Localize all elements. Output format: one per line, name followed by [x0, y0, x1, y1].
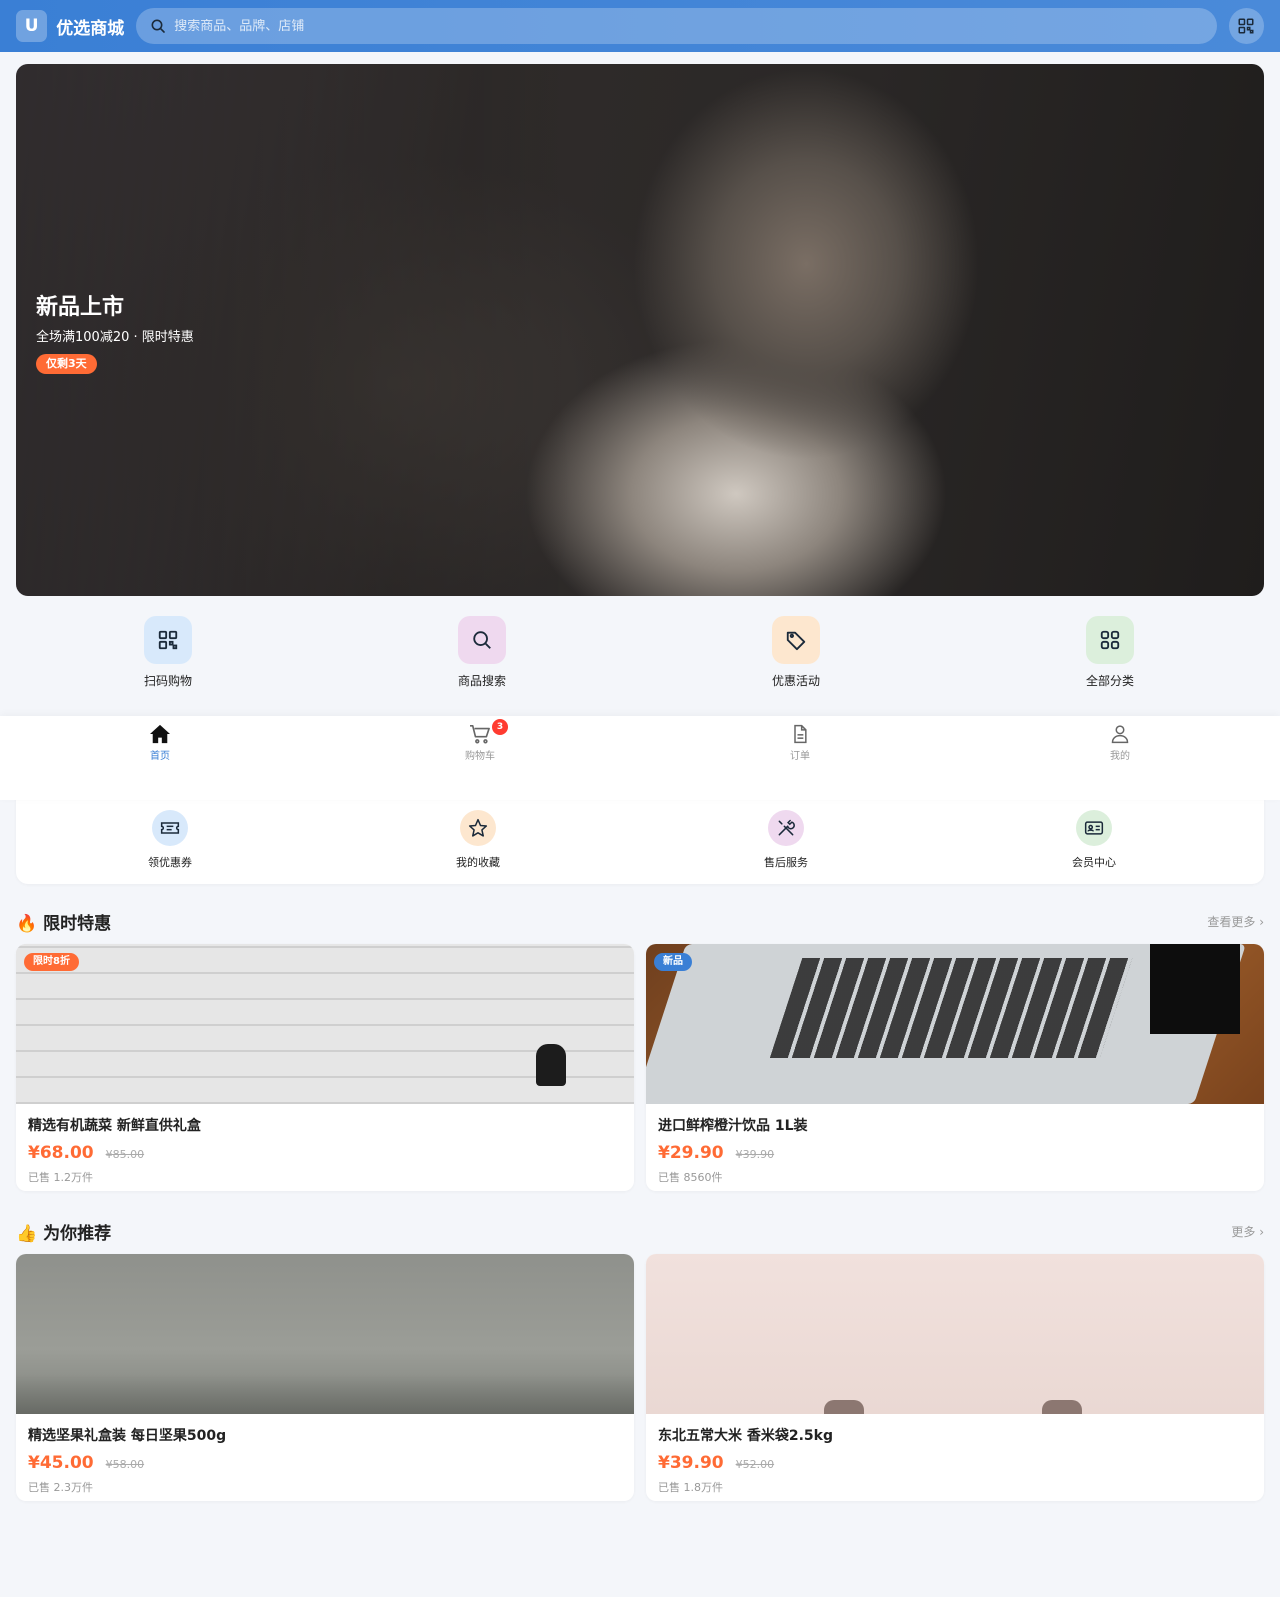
- quick-entry-promotions[interactable]: 优惠活动: [639, 616, 953, 706]
- product-image-shore: [16, 1374, 634, 1414]
- ticket-icon: [152, 810, 188, 846]
- app-title: 优选商城: [56, 18, 125, 39]
- banner-countdown-badge: 仅剩3天: [36, 354, 97, 374]
- product-price: ¥39.90: [658, 1453, 724, 1473]
- product-price: ¥68.00: [28, 1143, 94, 1163]
- user-icon: [1111, 725, 1129, 744]
- product-image-post: [824, 1400, 864, 1414]
- quick-entry-label: 优惠活动: [771, 674, 820, 688]
- search-icon: [151, 19, 166, 33]
- section-title: 🔥 限时特惠: [16, 913, 112, 934]
- product-sales: 已售 2.3万件: [28, 1481, 93, 1494]
- tab-home[interactable]: 首页: [0, 716, 320, 800]
- laptop-screen-shape: [1150, 944, 1240, 1034]
- product-name: 东北五常大米 香米袋2.5kg: [658, 1428, 834, 1444]
- service-after-sales[interactable]: 售后服务: [632, 790, 940, 884]
- view-more-link[interactable]: 更多 ›: [1231, 1223, 1264, 1240]
- product-price: ¥45.00: [28, 1453, 94, 1473]
- product-sales: 已售 1.8万件: [658, 1481, 723, 1494]
- banner-subtitle: 全场满100减20 · 限时特惠: [36, 330, 194, 345]
- product-original-price: ¥85.00: [105, 1148, 145, 1161]
- document-icon: [794, 724, 807, 744]
- product-card[interactable]: 东北五常大米 香米袋2.5kg ¥39.90 ¥52.00 已售 1.8万件: [646, 1254, 1264, 1501]
- product-original-price: ¥52.00: [735, 1458, 775, 1471]
- qrcode-scan-icon: [1238, 18, 1254, 34]
- service-favorites[interactable]: 我的收藏: [324, 790, 632, 884]
- search-bar[interactable]: [136, 8, 1217, 44]
- grid-icon: [1086, 616, 1134, 664]
- product-card[interactable]: 精选坚果礼盒装 每日坚果500g ¥45.00 ¥58.00 已售 2.3万件: [16, 1254, 634, 1501]
- quick-entry-label: 全部分类: [1085, 674, 1134, 688]
- product-image: [16, 1254, 634, 1414]
- services-card: 领优惠券 我的收藏 售后服务 会员中心: [16, 790, 1264, 884]
- product-sales: 已售 8560件: [658, 1171, 723, 1184]
- tab-cart[interactable]: 3 购物车: [320, 716, 640, 800]
- recommend-header: 👍 为你推荐 更多 ›: [16, 1219, 1264, 1244]
- tag-icon: [772, 616, 820, 664]
- product-name: 精选有机蔬菜 新鲜直供礼盒: [28, 1118, 201, 1134]
- banner-title: 新品上市: [36, 295, 125, 320]
- product-name: 精选坚果礼盒装 每日坚果500g: [28, 1428, 227, 1444]
- cart-icon: [470, 725, 490, 744]
- top-header: U 优选商城: [0, 0, 1280, 52]
- quick-entry-label: 扫码购物: [143, 674, 192, 688]
- quick-entry-categories[interactable]: 全部分类: [953, 616, 1267, 706]
- qrcode-icon: [144, 616, 192, 664]
- service-label: 我的收藏: [456, 856, 500, 869]
- view-more-link[interactable]: 查看更多 ›: [1207, 913, 1264, 930]
- banner-image: [16, 64, 1264, 596]
- flash-sale-grid: 限时8折 精选有机蔬菜 新鲜直供礼盒 ¥68.00 ¥85.00 已售 1.2万…: [16, 944, 1264, 1191]
- recommend-grid: 精选坚果礼盒装 每日坚果500g ¥45.00 ¥58.00 已售 2.3万件 …: [16, 1254, 1264, 1501]
- tab-label: 我的: [1110, 751, 1130, 762]
- service-label: 会员中心: [1072, 856, 1116, 869]
- product-image: 新品: [646, 944, 1264, 1104]
- scan-button[interactable]: [1228, 8, 1264, 44]
- flash-sale-header: 🔥 限时特惠 查看更多 ›: [16, 909, 1264, 934]
- product-image: [646, 1254, 1264, 1414]
- discount-badge: 限时8折: [24, 953, 79, 971]
- quick-entry-search[interactable]: 商品搜索: [325, 616, 639, 706]
- product-card[interactable]: 新品 进口鲜榨橙汁饮品 1L装 ¥29.90 ¥39.90 已售 8560件: [646, 944, 1264, 1191]
- search-input[interactable]: [174, 18, 1203, 34]
- service-label: 售后服务: [764, 856, 808, 869]
- new-badge: 新品: [654, 953, 692, 971]
- product-name: 进口鲜榨橙汁饮品 1L装: [658, 1118, 808, 1134]
- service-membership[interactable]: 会员中心: [940, 790, 1248, 884]
- tab-label: 首页: [150, 751, 170, 762]
- product-sales: 已售 1.2万件: [28, 1171, 93, 1184]
- product-price: ¥29.90: [658, 1143, 724, 1163]
- member-card-icon: [1076, 810, 1112, 846]
- product-original-price: ¥58.00: [105, 1458, 145, 1471]
- product-image: 限时8折: [16, 944, 634, 1104]
- star-icon: [460, 810, 496, 846]
- home-icon: [150, 724, 170, 744]
- product-original-price: ¥39.90: [735, 1148, 775, 1161]
- product-image-post: [1042, 1400, 1082, 1414]
- service-label: 领优惠券: [148, 856, 192, 869]
- tab-label: 订单: [790, 751, 810, 762]
- section-title: 👍 为你推荐: [16, 1223, 112, 1244]
- search-icon: [458, 616, 506, 664]
- cart-count-badge: 3: [492, 719, 508, 735]
- laptop-keys-shape: [769, 958, 1133, 1058]
- promo-banner[interactable]: 新品上市 全场满100减20 · 限时特惠 仅剩3天: [16, 64, 1264, 596]
- tools-icon: [768, 810, 804, 846]
- product-image-figure: [536, 1044, 566, 1086]
- quick-entry-row: 扫码购物 商品搜索 优惠活动 全部分类: [0, 616, 1280, 706]
- app-logo[interactable]: U: [16, 10, 48, 42]
- quick-entry-scan[interactable]: 扫码购物: [11, 616, 325, 706]
- tab-label: 购物车: [465, 751, 495, 762]
- tab-profile[interactable]: 我的: [960, 716, 1280, 800]
- quick-entry-label: 商品搜索: [457, 674, 506, 688]
- service-coupons[interactable]: 领优惠券: [16, 790, 324, 884]
- tab-orders[interactable]: 订单: [640, 716, 960, 800]
- product-card[interactable]: 限时8折 精选有机蔬菜 新鲜直供礼盒 ¥68.00 ¥85.00 已售 1.2万…: [16, 944, 634, 1191]
- bottom-tab-bar: 首页 3 购物车 订单 我的: [0, 716, 1280, 800]
